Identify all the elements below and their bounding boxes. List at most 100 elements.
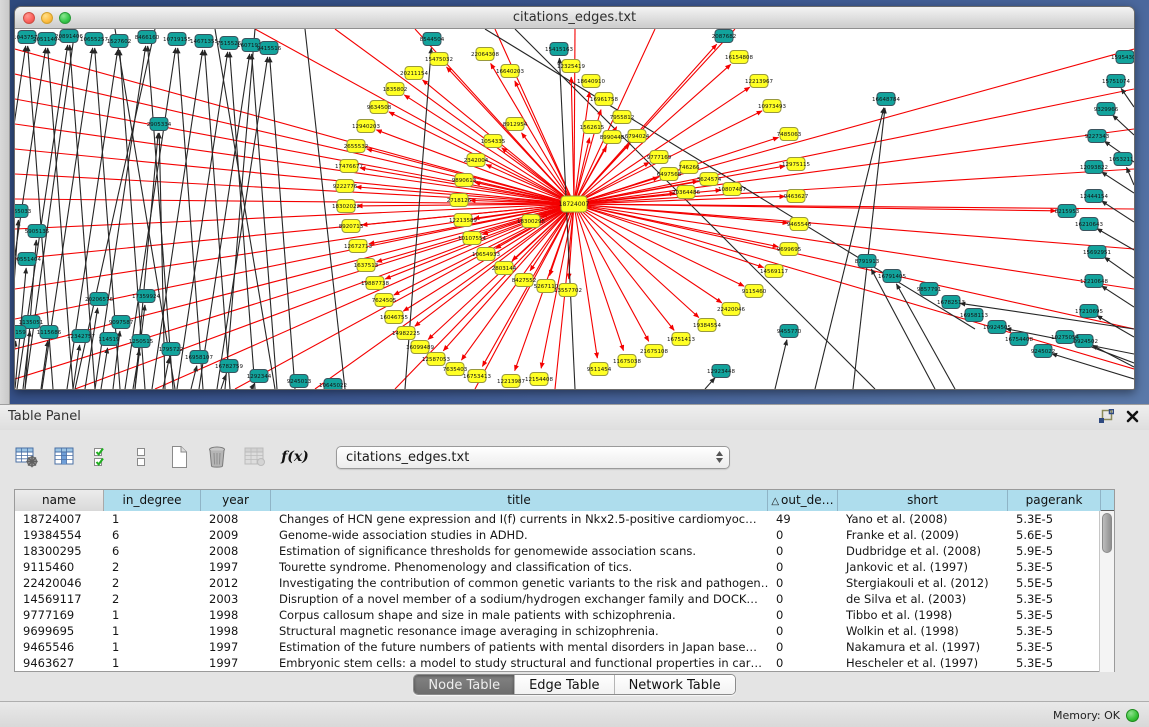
network-node[interactable]: 12213987	[497, 375, 525, 388]
table-cell-name[interactable]: 9463627	[15, 655, 104, 671]
table-cell-out-degree[interactable]: 0	[768, 575, 838, 591]
network-node[interactable]: 16210643	[1075, 218, 1103, 231]
network-node[interactable]: 12213967	[745, 75, 773, 88]
unselect-all-rows-icon[interactable]	[128, 444, 154, 470]
network-node[interactable]: 1795722	[159, 343, 184, 356]
table-cell-short[interactable]: Franke et al. (2009)	[838, 527, 1008, 543]
network-node[interactable]: 114519	[99, 333, 120, 346]
table-cell-out-degree[interactable]: 0	[768, 559, 838, 575]
table-cell-out-degree[interactable]: 0	[768, 623, 838, 639]
network-node[interactable]: 9777169	[647, 151, 672, 164]
network-node[interactable]: 2718126	[447, 194, 472, 207]
network-node[interactable]: 16046755	[380, 311, 408, 324]
network-node[interactable]: 16648784	[872, 93, 900, 106]
float-panel-icon[interactable]	[1099, 409, 1114, 423]
network-node[interactable]: 14671355	[190, 35, 218, 48]
network-node[interactable]: 16782513	[937, 296, 965, 309]
network-node[interactable]: 9245022	[1031, 345, 1056, 358]
window-titlebar[interactable]: citations_edges.txt	[15, 7, 1134, 29]
network-node[interactable]: 10532113	[1109, 153, 1134, 166]
network-node[interactable]: 22064308	[471, 48, 499, 61]
close-window-button[interactable]	[23, 12, 35, 24]
table-row[interactable]: 1938455462009Genome-wide association stu…	[15, 527, 1114, 543]
column-header-pagerank[interactable]: pagerank	[1008, 490, 1101, 511]
table-cell-pagerank[interactable]: 5.3E-5	[1008, 607, 1101, 623]
network-node[interactable]: 7624505	[372, 294, 397, 307]
network-node[interactable]: 16154808	[725, 51, 753, 64]
network-node[interactable]: 9857791	[917, 283, 942, 296]
table-cell-short[interactable]: Hescheler et al. (1997)	[838, 655, 1008, 671]
table-cell-out-degree[interactable]: 0	[768, 591, 838, 607]
table-cell-short[interactable]: Tibbo et al. (1998)	[838, 607, 1008, 623]
network-node[interactable]: 21675108	[640, 345, 668, 358]
network-node[interactable]: 7485063	[777, 128, 802, 141]
table-row[interactable]: 977716911998Corpus callosum shape and si…	[15, 607, 1114, 623]
network-node[interactable]: 12210648	[1080, 275, 1108, 288]
network-node[interactable]: 12154408	[525, 373, 553, 386]
network-node[interactable]: 8466160	[135, 31, 160, 44]
network-node[interactable]: 1637513	[354, 259, 379, 272]
network-node[interactable]: 12975115	[782, 158, 810, 171]
network-node[interactable]: 20551404	[15, 253, 41, 266]
create-table-icon[interactable]	[166, 444, 192, 470]
table-cell-title[interactable]: Estimation of significance thresholds fo…	[271, 543, 768, 559]
table-cell-year[interactable]: 2008	[201, 511, 271, 527]
table-cell-name[interactable]: 9777169	[15, 607, 104, 623]
network-node[interactable]: 1054335	[481, 135, 506, 148]
table-cell-year[interactable]: 1998	[201, 623, 271, 639]
table-cell-pagerank[interactable]: 5.3E-5	[1008, 591, 1101, 607]
table-cell-name[interactable]: 9115460	[15, 559, 104, 575]
table-cell-title[interactable]: Estimation of the future numbers of pati…	[271, 639, 768, 655]
table-cell-title[interactable]: Structural magnetic resonance image aver…	[271, 623, 768, 639]
network-node[interactable]: 5905135	[25, 225, 50, 238]
network-node[interactable]: 18724007	[559, 196, 590, 212]
table-cell-pagerank[interactable]: 5.3E-5	[1008, 639, 1101, 655]
network-node[interactable]: 6794024	[625, 130, 650, 143]
network-node[interactable]: 2165033	[15, 205, 32, 218]
column-header-year[interactable]: year	[201, 490, 271, 511]
network-node[interactable]: 15692951	[1083, 246, 1111, 259]
network-node[interactable]: 16751413	[667, 333, 695, 346]
tab-edge-table[interactable]: Edge Table	[514, 675, 613, 695]
network-node[interactable]: 39159	[15, 326, 26, 339]
table-cell-in-degree[interactable]: 6	[104, 543, 201, 559]
network-node[interactable]: 9463627	[784, 190, 809, 203]
tab-network-table[interactable]: Network Table	[614, 675, 735, 695]
table-cell-year[interactable]: 2012	[201, 575, 271, 591]
network-node[interactable]: 15415163	[545, 43, 573, 56]
network-node[interactable]: 1250515	[129, 335, 154, 348]
column-header-short[interactable]: short	[838, 490, 1008, 511]
tab-node-table[interactable]: Node Table	[414, 675, 514, 695]
delete-table-icon[interactable]	[204, 444, 230, 470]
table-cell-short[interactable]: Dudbridge et al. (2008)	[838, 543, 1008, 559]
network-node[interactable]: 9415516	[257, 42, 282, 55]
network-node[interactable]: 12325419	[557, 60, 585, 73]
network-node[interactable]: 9227343	[1085, 130, 1110, 143]
network-node[interactable]: 9329966	[1094, 103, 1119, 116]
table-cell-title[interactable]: Tourette syndrome. Phenomenology and cla…	[271, 559, 768, 575]
table-cell-pagerank[interactable]: 5.9E-5	[1008, 543, 1101, 559]
column-header-in-degree[interactable]: in_degree	[104, 490, 201, 511]
network-node[interactable]: 16961758	[590, 93, 618, 106]
network-node[interactable]: 16640203	[496, 65, 524, 78]
network-node[interactable]: 9097587	[109, 316, 134, 329]
table-cell-out-degree[interactable]: 0	[768, 639, 838, 655]
table-cell-in-degree[interactable]: 1	[104, 607, 201, 623]
network-node[interactable]: 12923448	[707, 365, 735, 378]
table-row[interactable]: 946362711997Embryonic stem cells: a mode…	[15, 655, 1114, 671]
table-settings-icon[interactable]	[14, 444, 40, 470]
close-panel-icon[interactable]	[1126, 410, 1139, 423]
network-node[interactable]: 9245013	[287, 375, 312, 388]
network-node[interactable]: 9511454	[587, 363, 612, 376]
table-cell-year[interactable]: 1998	[201, 607, 271, 623]
table-cell-in-degree[interactable]: 2	[104, 575, 201, 591]
network-node[interactable]: 8215953	[1055, 205, 1080, 218]
network-node[interactable]: 8920713	[339, 220, 364, 233]
network-node[interactable]: 9890613	[452, 174, 477, 187]
network-node[interactable]: 18640910	[577, 75, 605, 88]
table-row[interactable]: 946554611997Estimation of the future num…	[15, 639, 1114, 655]
table-cell-year[interactable]: 2003	[201, 591, 271, 607]
table-cell-short[interactable]: Nakamura et al. (1997)	[838, 639, 1008, 655]
network-node[interactable]: 16754408	[1005, 333, 1033, 346]
table-cell-name[interactable]: 19384554	[15, 527, 104, 543]
